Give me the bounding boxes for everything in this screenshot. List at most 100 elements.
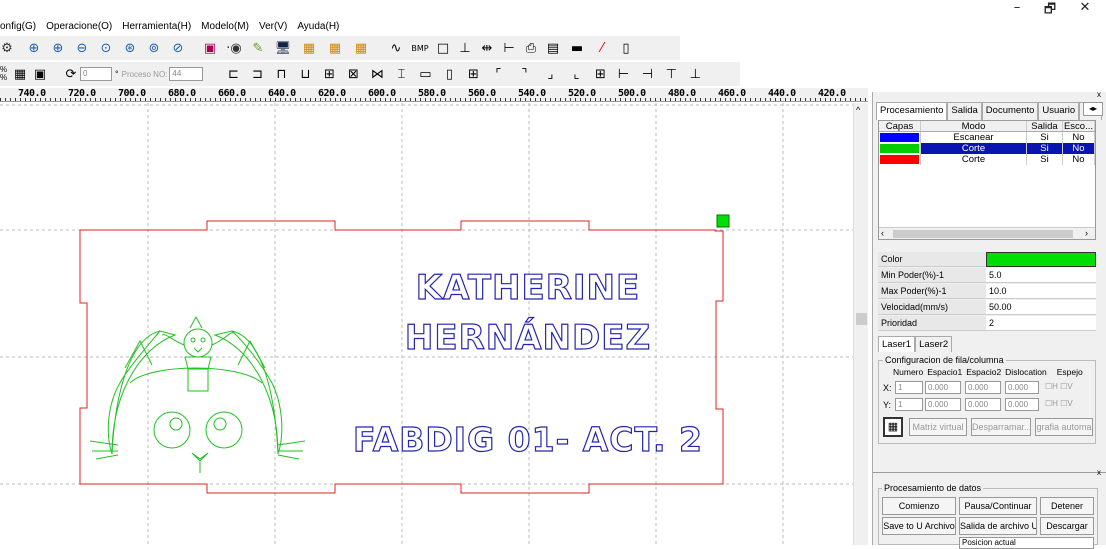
space-v-icon[interactable]: ⌶	[389, 63, 413, 85]
same-size-icon[interactable]: ⊞	[461, 63, 485, 85]
pen-icon[interactable]: ✎	[246, 37, 270, 59]
x-espacio2-input[interactable]: 0.000	[965, 381, 1001, 394]
right-edge-icon[interactable]: ⊣	[635, 63, 659, 85]
corner-br-icon[interactable]: ⌟	[537, 63, 563, 85]
align-icon-3[interactable]: ⊓	[269, 63, 293, 85]
node-icon[interactable]: ·◉	[222, 37, 246, 59]
minimize-button[interactable]: –	[1002, 0, 1032, 16]
property-value[interactable]	[986, 252, 1096, 267]
frame-toggle-icon[interactable]: ▣	[30, 63, 50, 85]
menu-item-2[interactable]: Herramienta(H)	[122, 21, 191, 32]
angle-input[interactable]: 0	[80, 67, 112, 81]
zoom-window-icon[interactable]: ⊙	[94, 37, 118, 59]
tab-2[interactable]: Documento	[981, 102, 1039, 120]
x-numero-input[interactable]: 1	[895, 381, 923, 394]
spacing-icon[interactable]: ⇹	[476, 37, 498, 59]
proceso-input[interactable]: 44	[169, 67, 204, 81]
array-icon-3[interactable]: ▦	[348, 37, 374, 59]
corner-tr-icon[interactable]: ⌝	[511, 63, 537, 85]
grid-toggle-icon[interactable]: ▦	[10, 63, 30, 85]
x-dislocation-input[interactable]: 0.000	[1005, 381, 1039, 394]
x-espacio1-input[interactable]: 0.000	[925, 381, 961, 394]
scroll-right-icon[interactable]: ›	[1085, 228, 1088, 238]
layer-row[interactable]: Escanear Si No	[879, 132, 1095, 143]
zoom-plus-icon[interactable]: ⊕	[46, 37, 70, 59]
tab-laser1[interactable]: Laser1	[878, 336, 916, 352]
property-value[interactable]: 10.0	[986, 284, 1096, 299]
zoom-page-icon[interactable]: ⊚	[142, 37, 166, 59]
canvas-vertical-scrollbar[interactable]: ^	[853, 103, 868, 545]
save-to-u-file-button[interactable]: Save to U Archivo	[882, 517, 956, 535]
y-mirror-checks[interactable]: ☐H ☐V	[1045, 399, 1073, 408]
tab-laser2[interactable]: Laser2	[915, 336, 953, 352]
property-value[interactable]: 2	[986, 316, 1096, 331]
u-file-output-button[interactable]: Salida de archivo U	[959, 517, 1037, 535]
tabs-scroll-icon[interactable]: ◂▸	[1083, 102, 1103, 116]
laser-head-icon[interactable]: ▬	[564, 37, 590, 59]
rotate-icon[interactable]: ⟳	[62, 63, 80, 85]
same-width-icon[interactable]: ▭	[413, 63, 437, 85]
menu-item-4[interactable]: Ver(V)	[259, 21, 287, 32]
y-espacio2-input[interactable]: 0.000	[965, 398, 1001, 411]
center-icon[interactable]: ⊞	[589, 63, 611, 85]
scroll-thumb[interactable]	[856, 313, 867, 325]
property-value[interactable]: 5.0	[986, 268, 1096, 283]
wand-icon[interactable]: ⁄	[590, 37, 614, 59]
virtual-matrix-button[interactable]: Matriz virtual	[909, 418, 967, 436]
scroll-up-icon[interactable]: ^	[856, 105, 860, 115]
bottom-edge-icon[interactable]: ⊥	[683, 63, 707, 85]
y-espacio1-input[interactable]: 0.000	[925, 398, 961, 411]
property-value[interactable]: 50.00	[986, 300, 1096, 315]
scatter-button[interactable]: Desparramar...	[971, 418, 1031, 436]
align-icon-1[interactable]: ⊏	[221, 63, 245, 85]
maximize-button[interactable]: 🗗	[1035, 0, 1065, 17]
layers-scroll-thumb[interactable]	[893, 230, 1073, 238]
layers-hscroll[interactable]: ‹ ›	[879, 227, 1095, 239]
position-dropdown[interactable]: Posicion actual	[959, 537, 1094, 549]
tab-1[interactable]: Salida	[947, 102, 982, 120]
scroll-left-icon[interactable]: ‹	[881, 228, 884, 238]
tree-icon[interactable]: ⊥	[454, 37, 476, 59]
y-dislocation-input[interactable]: 0.000	[1005, 398, 1039, 411]
align-icon-2[interactable]: ⊐	[245, 63, 269, 85]
tab-0[interactable]: Procesamiento	[876, 102, 948, 120]
frame-icon[interactable]: ▣	[198, 37, 222, 59]
y-numero-input[interactable]: 1	[895, 398, 923, 411]
align-icon-5[interactable]: ⊞	[317, 63, 341, 85]
stop-button[interactable]: Detener	[1040, 497, 1094, 515]
zoom-in-icon[interactable]: ⊕	[22, 37, 46, 59]
space-h-icon[interactable]: ⋈	[365, 63, 389, 85]
menu-item-3[interactable]: Modelo(M)	[201, 21, 249, 32]
menu-item-1[interactable]: Operacione(O)	[46, 21, 112, 32]
panel-close-icon[interactable]: x	[1097, 90, 1101, 99]
gear-icon[interactable]: ⚙	[0, 37, 14, 59]
design-canvas[interactable]: KATHERINE HERNÁNDEZ FABDIG 01- ACT. 2	[0, 103, 853, 545]
layer-row[interactable]: Corte Si No	[879, 154, 1095, 165]
start-button[interactable]: Comienzo	[882, 497, 956, 515]
corner-tl-icon[interactable]: ⌜	[485, 63, 511, 85]
book-icon[interactable]: ▤	[542, 37, 564, 59]
matrix-grid-icon[interactable]: ▦	[883, 417, 903, 437]
close-button[interactable]: ✕	[1070, 0, 1100, 16]
array-icon-1[interactable]: ▦	[296, 37, 322, 59]
pause-continue-button[interactable]: Pausa/Continuar	[959, 497, 1037, 515]
curve-icon[interactable]: ∿	[384, 37, 408, 59]
printer-icon[interactable]: ⎙	[520, 37, 542, 59]
auto-layout-button[interactable]: grafia automa	[1035, 418, 1093, 436]
monitor-icon[interactable]: 🖥	[270, 37, 296, 59]
layer-row[interactable]: Corte Si No	[879, 143, 1095, 154]
top-edge-icon[interactable]: ⊤	[659, 63, 683, 85]
tab-3[interactable]: Usuario	[1038, 102, 1080, 120]
zoom-fit-icon[interactable]: ⊛	[118, 37, 142, 59]
align-icon-4[interactable]: ⊔	[293, 63, 317, 85]
measure-icon[interactable]: ⊢	[498, 37, 520, 59]
zoom-out-icon[interactable]: ⊖	[70, 37, 94, 59]
x-mirror-checks[interactable]: ☐H ☐V	[1045, 382, 1073, 391]
left-edge-icon[interactable]: ⊢	[611, 63, 635, 85]
align-icon-6[interactable]: ⊠	[341, 63, 365, 85]
array-icon-2[interactable]: ▦	[322, 37, 348, 59]
divider-close-icon[interactable]: x	[1097, 468, 1101, 477]
menu-item-0[interactable]: onfig(G)	[0, 21, 36, 32]
menu-item-5[interactable]: Ayuda(H)	[297, 21, 339, 32]
same-height-icon[interactable]: ▯	[437, 63, 461, 85]
